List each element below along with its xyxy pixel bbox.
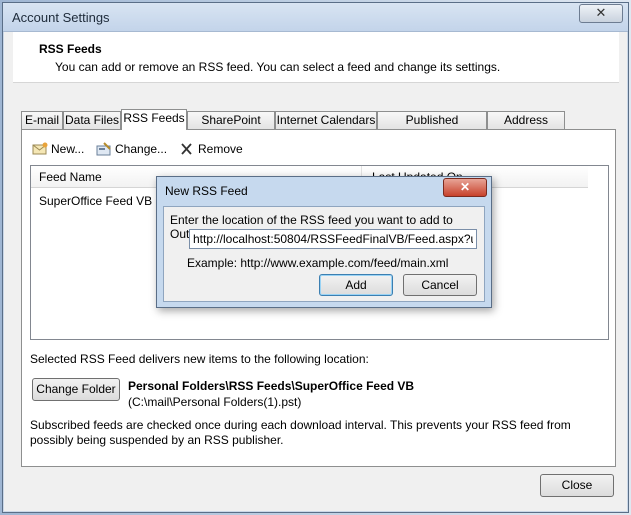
remove-x-icon bbox=[179, 142, 195, 156]
tab-published-calendars[interactable]: Published Calendars bbox=[377, 111, 487, 144]
title-bar: Account Settings ✕ bbox=[3, 3, 628, 32]
table-row[interactable]: SuperOffice Feed VB bbox=[39, 193, 152, 209]
window-close-button[interactable]: ✕ bbox=[579, 4, 623, 23]
dialog-title: New RSS Feed bbox=[165, 184, 248, 198]
dialog-close-button[interactable]: ✕ bbox=[443, 178, 487, 197]
header-panel: RSS Feeds You can add or remove an RSS f… bbox=[13, 32, 619, 83]
tab-sharepoint-lists[interactable]: SharePoint Lists bbox=[187, 111, 275, 144]
folder-path: Personal Folders\RSS Feeds\SuperOffice F… bbox=[128, 379, 415, 393]
feed-url-input[interactable] bbox=[189, 229, 477, 249]
new-button[interactable]: New... bbox=[32, 140, 84, 158]
download-interval-note: Subscribed feeds are checked once during… bbox=[30, 418, 571, 447]
change-folder-button[interactable]: Change Folder bbox=[32, 378, 120, 401]
close-button[interactable]: Close bbox=[540, 474, 614, 497]
pst-file-path: (C:\mail\Personal Folders(1).pst) bbox=[128, 395, 302, 409]
window-title: Account Settings bbox=[12, 10, 110, 25]
page-title: RSS Feeds bbox=[39, 42, 102, 56]
new-button-label: New... bbox=[51, 142, 85, 156]
tab-rss-feeds[interactable]: RSS Feeds bbox=[121, 109, 187, 130]
tab-address-books[interactable]: Address Books bbox=[487, 111, 565, 144]
change-button-label: Change... bbox=[115, 142, 168, 156]
new-rss-feed-dialog: New RSS Feed ✕ Enter the location of the… bbox=[156, 176, 492, 308]
tab-data-files[interactable]: Data Files bbox=[63, 111, 121, 129]
dialog-body: Enter the location of the RSS feed you w… bbox=[163, 206, 485, 302]
tab-email[interactable]: E-mail bbox=[21, 111, 63, 129]
feed-url-example: Example: http://www.example.com/feed/mai… bbox=[187, 256, 449, 270]
change-button[interactable]: Change... bbox=[96, 140, 167, 158]
cancel-button[interactable]: Cancel bbox=[403, 274, 477, 296]
page-description: You can add or remove an RSS feed. You c… bbox=[55, 60, 501, 74]
close-icon: ✕ bbox=[459, 180, 471, 194]
remove-button-label: Remove bbox=[198, 142, 243, 156]
location-description: Selected RSS Feed delivers new items to … bbox=[30, 352, 369, 366]
add-button[interactable]: Add bbox=[319, 274, 393, 296]
change-feed-icon bbox=[96, 142, 112, 156]
remove-button[interactable]: Remove bbox=[179, 140, 243, 158]
new-feed-icon bbox=[32, 142, 48, 156]
tab-internet-calendars[interactable]: Internet Calendars bbox=[275, 111, 377, 129]
close-icon: ✕ bbox=[595, 5, 607, 20]
